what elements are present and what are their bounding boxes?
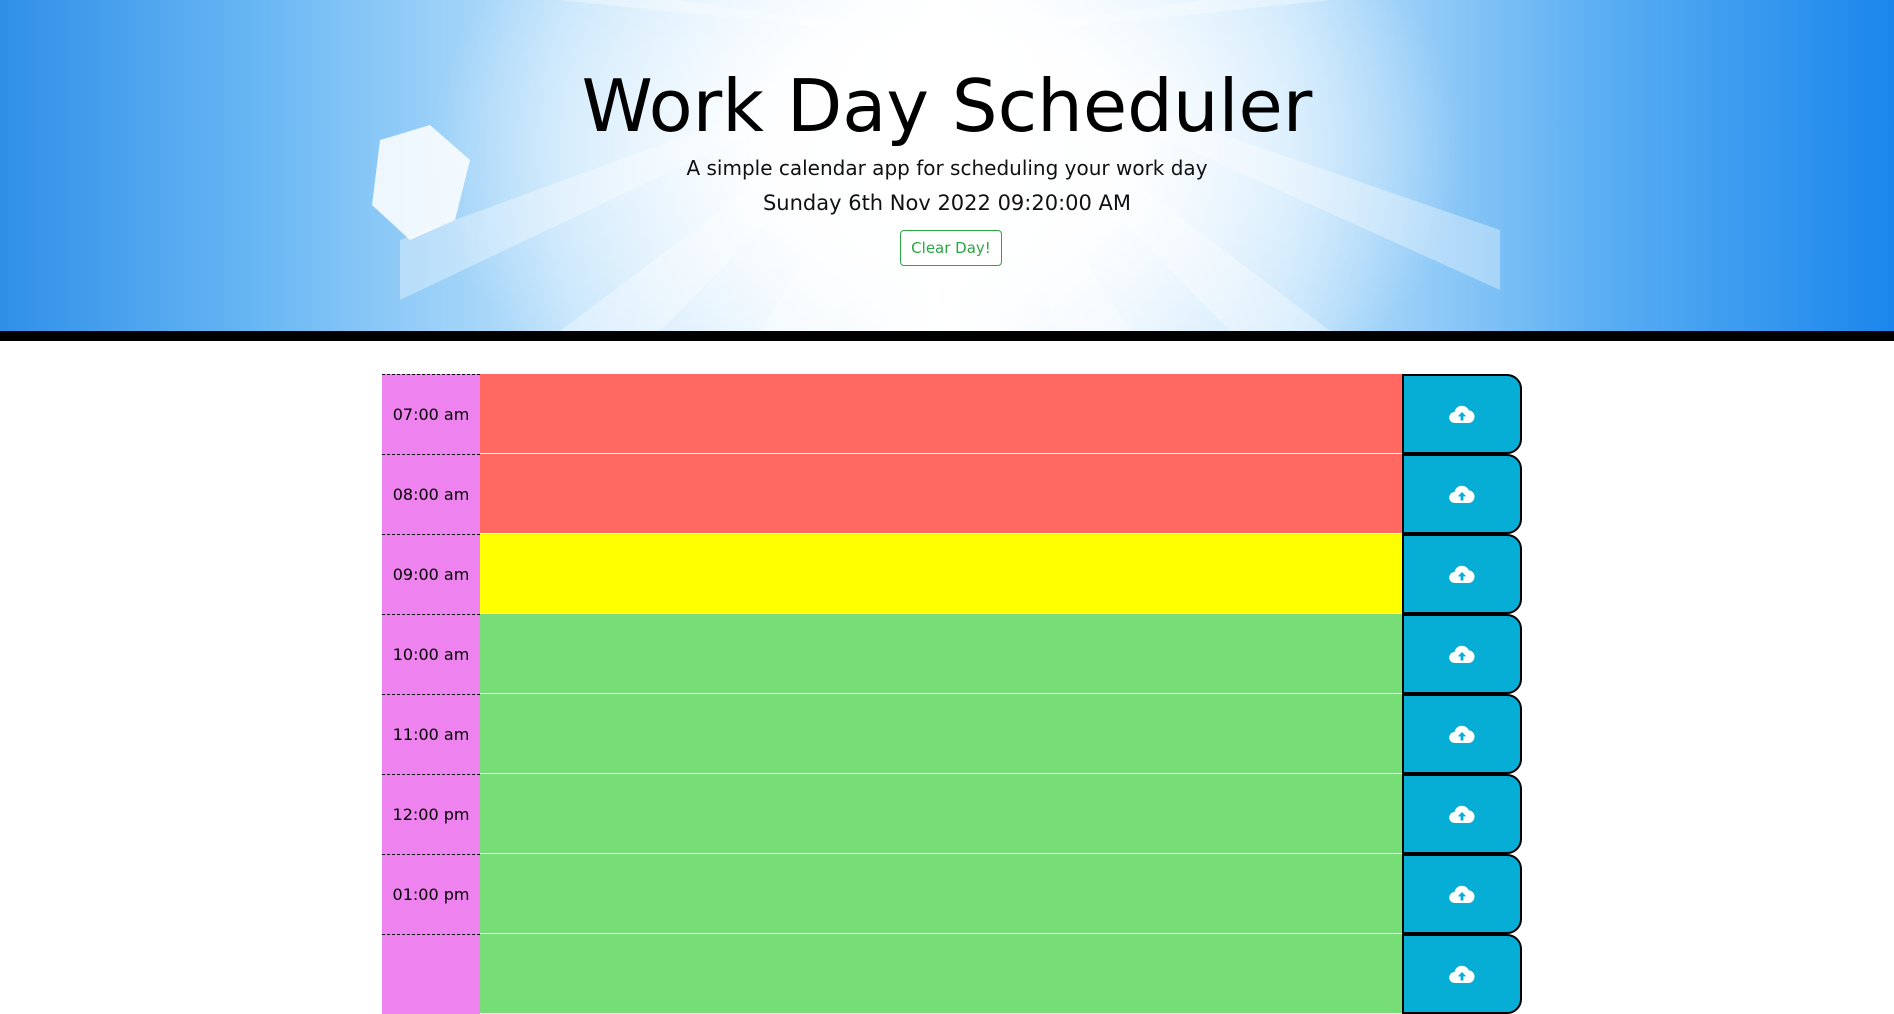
time-block-row: 10:00 am	[382, 614, 1522, 694]
hour-label: 12:00 pm	[382, 774, 480, 854]
cloud-upload-icon	[1449, 405, 1475, 424]
save-button[interactable]	[1402, 454, 1522, 534]
save-button[interactable]	[1402, 934, 1522, 1014]
time-block-row: 09:00 am	[382, 534, 1522, 614]
time-block-row: 07:00 am	[382, 374, 1522, 454]
cloud-upload-icon	[1449, 485, 1475, 504]
clear-day-button[interactable]: Clear Day!	[900, 230, 1002, 266]
page-title: Work Day Scheduler	[581, 64, 1313, 148]
cloud-upload-icon	[1449, 565, 1475, 584]
time-block-row: 11:00 am	[382, 694, 1522, 774]
cloud-upload-icon	[1449, 645, 1475, 664]
save-button[interactable]	[1402, 774, 1522, 854]
cloud-upload-icon	[1449, 965, 1475, 984]
save-button[interactable]	[1402, 374, 1522, 454]
hour-label: 11:00 am	[382, 694, 480, 774]
time-block-row: 08:00 am	[382, 454, 1522, 534]
hour-label: 09:00 am	[382, 534, 480, 614]
event-description-input[interactable]	[480, 374, 1402, 454]
hour-label: 10:00 am	[382, 614, 480, 694]
save-button[interactable]	[1402, 694, 1522, 774]
schedule-container: 07:00 am 08:00 am 09:00 am 10:00 am 11:0…	[382, 374, 1522, 1014]
cloud-upload-icon	[1449, 725, 1475, 744]
event-description-input[interactable]	[480, 694, 1402, 774]
time-block-row	[382, 934, 1522, 1014]
save-button[interactable]	[1402, 854, 1522, 934]
event-description-input[interactable]	[480, 454, 1402, 534]
current-date: Sunday 6th Nov 2022 09:20:00 AM	[762, 191, 1132, 215]
hour-label: 07:00 am	[382, 374, 480, 454]
page-subtitle: A simple calendar app for scheduling you…	[686, 156, 1208, 180]
time-block-row: 01:00 pm	[382, 854, 1522, 934]
event-description-input[interactable]	[480, 774, 1402, 854]
hour-label: 01:00 pm	[382, 854, 480, 934]
save-button[interactable]	[1402, 614, 1522, 694]
hour-label: 08:00 am	[382, 454, 480, 534]
event-description-input[interactable]	[480, 534, 1402, 614]
time-block-row: 12:00 pm	[382, 774, 1522, 854]
cloud-upload-icon	[1449, 805, 1475, 824]
save-button[interactable]	[1402, 534, 1522, 614]
event-description-input[interactable]	[480, 614, 1402, 694]
header-jumbotron: Work Day Scheduler A simple calendar app…	[0, 0, 1894, 331]
event-description-input[interactable]	[480, 934, 1402, 1014]
hour-label	[382, 934, 480, 1014]
cloud-upload-icon	[1449, 885, 1475, 904]
event-description-input[interactable]	[480, 854, 1402, 934]
header-divider	[0, 331, 1894, 341]
